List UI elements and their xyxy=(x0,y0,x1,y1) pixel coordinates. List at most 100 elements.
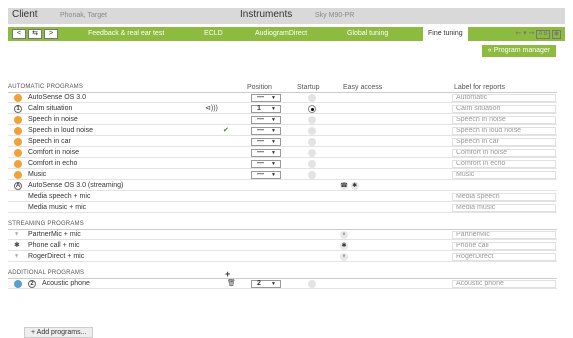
report-label-field[interactable]: Media music xyxy=(452,204,556,212)
client-label: Client xyxy=(12,9,38,20)
easy-access-icons: ✱ xyxy=(340,242,349,250)
startup-radio[interactable] xyxy=(308,105,316,113)
program-subrow[interactable]: Media music + mic Media music xyxy=(8,203,557,213)
section-additional: ADDITIONAL PROGRAMS xyxy=(8,270,85,276)
report-label-field[interactable]: Comfort in noise xyxy=(452,149,556,157)
program-row[interactable]: Speech in noise — ▼ Speech in noise xyxy=(8,115,557,125)
bluetooth-icon[interactable]: ✱ xyxy=(350,182,359,190)
startup-radio[interactable] xyxy=(308,127,316,135)
program-name: PartnerMic + mic xyxy=(28,231,81,238)
report-label-field[interactable]: Speech in loud noise xyxy=(452,127,556,135)
nav-bar: < ⇆ > Feedback & real ear test ECLD Audi… xyxy=(8,27,565,41)
startup-radio[interactable] xyxy=(308,94,316,102)
startup-radio[interactable] xyxy=(308,138,316,146)
automatic-icon xyxy=(14,138,22,146)
program-row[interactable]: ♆ RogerDirect + mic ♆ RogerDirect xyxy=(8,252,557,262)
mic-icon[interactable]: ♆ xyxy=(340,253,348,261)
startup-radio[interactable] xyxy=(308,280,316,288)
program-row[interactable]: ✱ Phone call + mic ✱ Phone call xyxy=(8,241,557,251)
program-row[interactable]: 2 Acoustic phone 🗑 2 ▼ Acoustic phone xyxy=(8,279,557,289)
startup-radio[interactable] xyxy=(308,171,316,179)
position-dropdown[interactable]: 2 ▼ xyxy=(251,280,281,288)
report-label-field[interactable]: RogerDirect xyxy=(452,253,556,261)
position-dropdown[interactable]: — ▼ xyxy=(251,160,281,168)
mic-icon[interactable]: ♆ xyxy=(340,231,348,239)
program-row[interactable]: Speech in loud noise ✔ — ▼ Speech in loud… xyxy=(8,126,557,136)
program-name: Acoustic phone xyxy=(42,280,90,287)
program-color-icon xyxy=(14,280,22,288)
report-label-field[interactable]: Calm situation xyxy=(452,105,556,113)
section-streaming: STREAMING PROGRAMS xyxy=(8,221,84,227)
report-label-field[interactable]: Music xyxy=(452,171,556,179)
report-label-field[interactable]: Phone call xyxy=(452,242,556,250)
add-programs-button[interactable]: + Add programs... xyxy=(24,327,94,338)
col-startup: Startup xyxy=(297,84,320,91)
position-dropdown[interactable]: 1 ▼ xyxy=(251,105,281,113)
program-name: Calm situation xyxy=(28,105,73,112)
program-name: Music xyxy=(28,171,47,178)
instruments-label: Instruments xyxy=(240,9,293,20)
ab-compare-icon[interactable]: A B xyxy=(536,30,550,39)
record-icon[interactable]: ◉ xyxy=(551,30,561,39)
program-name: Media music + mic xyxy=(28,204,87,211)
mic-icon: ♆ xyxy=(14,231,20,238)
position-dropdown[interactable]: — ▼ xyxy=(251,116,281,124)
back-button[interactable]: < xyxy=(12,29,26,39)
program-row[interactable]: Comfort in echo — ▼ Comfort in echo xyxy=(8,159,557,169)
position-dropdown[interactable]: — ▼ xyxy=(251,138,281,146)
program-row[interactable]: Speech in car — ▼ Speech in car xyxy=(8,137,557,147)
report-label-field[interactable]: Media speech xyxy=(452,193,556,201)
automatic-icon xyxy=(14,160,22,168)
swap-button[interactable]: ⇆ xyxy=(28,29,42,39)
trash-icon[interactable]: 🗑 xyxy=(227,280,236,288)
phone-icon[interactable]: ☎ xyxy=(340,182,348,190)
program-row[interactable]: Comfort in noise — ▼ Comfort in noise xyxy=(8,148,557,158)
position-dropdown[interactable]: — ▼ xyxy=(251,171,281,179)
program-name: AutoSense OS 3.0 (streaming) xyxy=(28,182,124,189)
program-row-autosense-streaming[interactable]: A AutoSense OS 3.0 (streaming) ☎ ✱ xyxy=(8,181,557,191)
program-name: Phone call + mic xyxy=(28,242,80,249)
instruments-model[interactable]: Sky M90-PR xyxy=(315,12,354,19)
program-name: Speech in noise xyxy=(28,116,78,123)
program-name: RogerDirect + mic xyxy=(28,253,85,260)
automatic-icon xyxy=(14,171,22,179)
program-manager-button[interactable]: « Program manager xyxy=(482,45,556,57)
program-name: Media speech + mic xyxy=(28,193,91,200)
easy-access-icons: ☎ ✱ xyxy=(340,182,360,190)
audio-indicator-icon: ⊲))) xyxy=(205,105,218,112)
tab-ecld[interactable]: ECLD xyxy=(204,30,223,37)
automatic-icon xyxy=(14,149,22,157)
program-subrow[interactable]: Media speech + mic Media speech xyxy=(8,192,557,202)
undo-redo-icon[interactable]: ⇜ ▾ ⇝ xyxy=(515,30,534,37)
startup-radio[interactable] xyxy=(308,160,316,168)
report-label-field[interactable]: Speech in noise xyxy=(452,116,556,124)
program-row[interactable]: AutoSense OS 3.0 — ▼ Automatic xyxy=(8,93,557,103)
startup-radio[interactable] xyxy=(308,149,316,157)
position-dropdown[interactable]: — ▼ xyxy=(251,149,281,157)
forward-button[interactable]: > xyxy=(44,29,58,39)
program-row[interactable]: Music — ▼ Music xyxy=(8,170,557,180)
tab-global-tuning[interactable]: Global tuning xyxy=(347,30,388,37)
col-position: Position xyxy=(247,84,272,91)
automatic-icon xyxy=(14,127,22,135)
program-row[interactable]: ♆ PartnerMic + mic ♆ PartnerMic xyxy=(8,230,557,240)
tab-feedback-real-ear[interactable]: Feedback & real ear test xyxy=(88,30,164,37)
report-label-field[interactable]: Comfort in echo xyxy=(452,160,556,168)
report-label-field[interactable]: Speech in car xyxy=(452,138,556,146)
program-row[interactable]: 1 Calm situation ⊲))) 1 ▼ Calm situation xyxy=(8,104,557,114)
report-label-field[interactable]: Automatic xyxy=(452,94,556,102)
program-name: Comfort in echo xyxy=(28,160,78,167)
client-name[interactable]: Phonak, Target xyxy=(60,12,107,19)
report-label-field[interactable]: PartnerMic xyxy=(452,231,556,239)
tab-tool-icons: ⇜ ▾ ⇝ A B ◉ xyxy=(515,29,561,39)
position-dropdown[interactable]: — ▼ xyxy=(251,94,281,102)
report-label-field[interactable]: Acoustic phone xyxy=(452,280,556,288)
mic-icon: ♆ xyxy=(14,253,20,260)
tab-fine-tuning[interactable]: Fine tuning xyxy=(423,27,468,41)
easy-access-icons: ♆ xyxy=(340,231,349,239)
bluetooth-icon[interactable]: ✱ xyxy=(340,242,348,250)
easy-access-icons: ♆ xyxy=(340,253,349,261)
position-dropdown[interactable]: — ▼ xyxy=(251,127,281,135)
tab-audiogram-direct[interactable]: AudiogramDirect xyxy=(255,30,307,37)
startup-radio[interactable] xyxy=(308,116,316,124)
